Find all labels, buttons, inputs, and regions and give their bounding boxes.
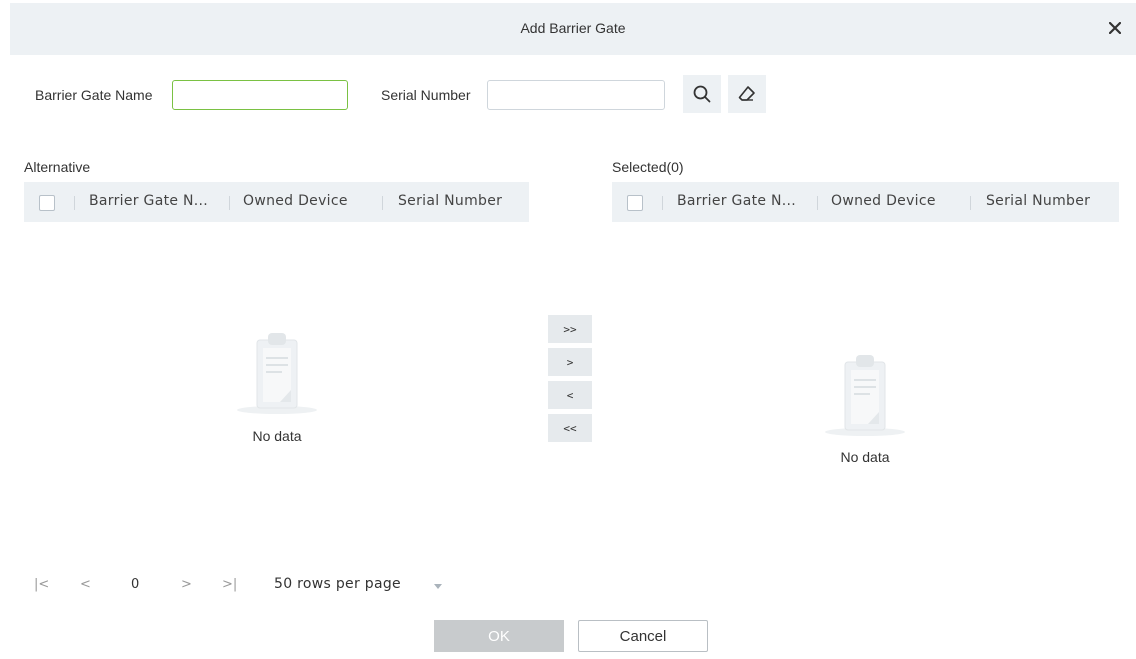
selected-select-all-checkbox[interactable] bbox=[627, 195, 643, 211]
column-header-barrier-gate-name[interactable]: Barrier Gate N... bbox=[89, 193, 208, 209]
eraser-icon bbox=[738, 86, 755, 101]
barrier-gate-name-label: Barrier Gate Name bbox=[35, 87, 153, 103]
selected-label: Selected(0) bbox=[612, 159, 684, 175]
search-button[interactable] bbox=[683, 75, 721, 113]
barrier-gate-name-input[interactable] bbox=[172, 80, 348, 110]
empty-clipboard-icon bbox=[237, 333, 317, 414]
column-divider bbox=[229, 196, 230, 210]
dialog-titlebar: Add Barrier Gate bbox=[10, 3, 1136, 55]
column-header-barrier-gate-name[interactable]: Barrier Gate N... bbox=[677, 193, 796, 209]
column-header-serial-number[interactable]: Serial Number bbox=[986, 193, 1090, 209]
last-page-button[interactable]: >| bbox=[222, 577, 237, 592]
close-icon[interactable] bbox=[1104, 17, 1126, 39]
column-header-serial-number[interactable]: Serial Number bbox=[398, 193, 502, 209]
chevron-down-icon[interactable] bbox=[434, 584, 442, 589]
alternative-grid-header: Barrier Gate N... Owned Device Serial Nu… bbox=[24, 182, 529, 222]
column-divider bbox=[382, 196, 383, 210]
clear-button[interactable] bbox=[728, 75, 766, 113]
next-page-button[interactable]: > bbox=[181, 577, 192, 592]
selected-empty-state bbox=[785, 352, 945, 441]
serial-number-input[interactable] bbox=[487, 80, 665, 110]
move-right-button[interactable]: > bbox=[548, 348, 592, 376]
empty-clipboard-icon bbox=[825, 355, 905, 436]
column-divider bbox=[74, 196, 75, 210]
serial-number-label: Serial Number bbox=[381, 87, 471, 103]
dialog-title: Add Barrier Gate bbox=[520, 20, 626, 36]
alternative-empty-state bbox=[197, 330, 357, 419]
column-divider bbox=[662, 196, 663, 210]
ok-button[interactable]: OK bbox=[434, 620, 564, 652]
move-all-left-button[interactable]: << bbox=[548, 414, 592, 442]
column-header-owned-device[interactable]: Owned Device bbox=[243, 193, 348, 209]
column-header-owned-device[interactable]: Owned Device bbox=[831, 193, 936, 209]
cancel-button[interactable]: Cancel bbox=[578, 620, 708, 652]
alternative-select-all-checkbox[interactable] bbox=[39, 195, 55, 211]
alternative-label: Alternative bbox=[24, 159, 91, 175]
column-divider bbox=[970, 196, 971, 210]
selected-no-data-text: No data bbox=[840, 449, 890, 465]
move-all-right-button[interactable]: >> bbox=[548, 315, 592, 343]
current-page-number[interactable]: 0 bbox=[131, 577, 139, 592]
add-barrier-gate-dialog: Add Barrier Gate Barrier Gate Name Seria… bbox=[0, 0, 1136, 659]
search-icon bbox=[693, 85, 711, 103]
selected-grid-header: Barrier Gate N... Owned Device Serial Nu… bbox=[612, 182, 1119, 222]
first-page-button[interactable]: |< bbox=[34, 577, 49, 592]
column-divider bbox=[817, 196, 818, 210]
move-left-button[interactable]: < bbox=[548, 381, 592, 409]
prev-page-button[interactable]: < bbox=[80, 577, 91, 592]
rows-per-page-select[interactable]: 50 rows per page bbox=[274, 576, 401, 592]
alternative-no-data-text: No data bbox=[252, 428, 302, 444]
